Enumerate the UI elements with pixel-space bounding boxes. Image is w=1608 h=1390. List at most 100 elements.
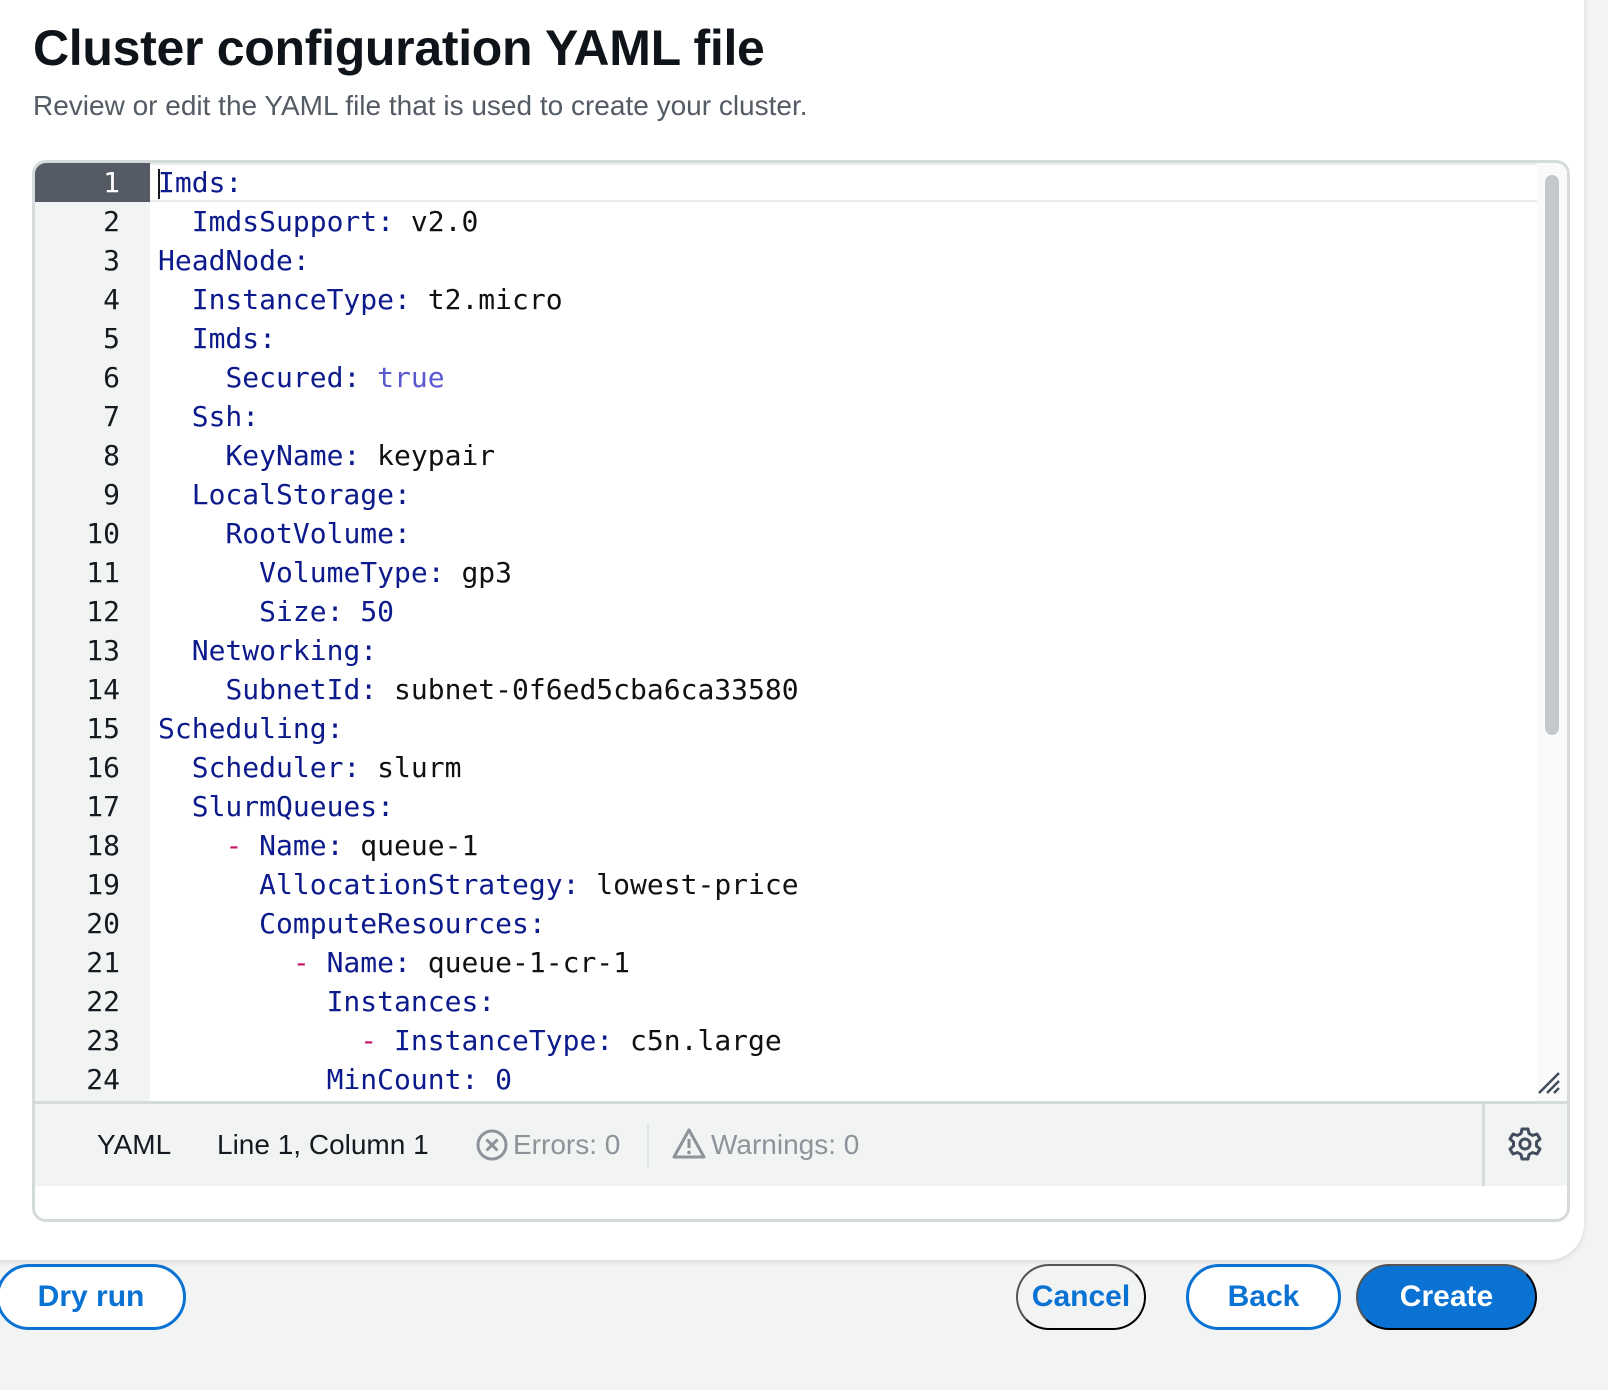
code-line[interactable]: Imds:: [150, 319, 1537, 358]
code-line[interactable]: ComputeResources:: [150, 904, 1537, 943]
code-token: lowest-price: [579, 868, 799, 901]
code-token: v2.0: [394, 205, 479, 238]
code-line[interactable]: ImdsSupport: v2.0: [150, 202, 1537, 241]
error-circle-icon: [475, 1128, 509, 1162]
code-line[interactable]: HeadNode:: [150, 241, 1537, 280]
line-number: 13: [86, 634, 120, 667]
line-number: 11: [86, 556, 120, 589]
code-token: -: [360, 1024, 378, 1057]
page-title: Cluster configuration YAML file: [33, 20, 765, 76]
code-line[interactable]: InstanceType: t2.micro: [150, 280, 1537, 319]
code-line[interactable]: SubnetId: subnet-0f6ed5cba6ca33580: [150, 670, 1537, 709]
language-label: YAML: [97, 1129, 172, 1160]
settings-gear-icon: [1507, 1126, 1543, 1162]
code-token: subnet-0f6ed5cba6ca33580: [377, 673, 799, 706]
code-token: true: [377, 361, 445, 394]
line-number: 21: [86, 946, 120, 979]
code-line[interactable]: Ssh:: [150, 397, 1537, 436]
code-token: KeyName:: [225, 439, 361, 472]
line-number: 16: [86, 751, 120, 784]
errors-count[interactable]: Errors: 0: [513, 1104, 620, 1186]
code-line[interactable]: SlurmQueues:: [150, 787, 1537, 826]
line-number: 22: [86, 985, 120, 1018]
code-line[interactable]: Size: 50: [150, 592, 1537, 631]
code-token: queue-1: [343, 829, 479, 862]
code-line[interactable]: AllocationStrategy: lowest-price: [150, 865, 1537, 904]
code-line[interactable]: Networking:: [150, 631, 1537, 670]
code-token: Name:: [259, 829, 344, 862]
vertical-scrollbar[interactable]: [1537, 163, 1567, 1101]
resize-handle-icon[interactable]: [1535, 1069, 1561, 1095]
line-number: 4: [103, 283, 120, 316]
editor-settings-button[interactable]: [1482, 1104, 1567, 1186]
code-line[interactable]: - Name: queue-1: [150, 826, 1537, 865]
code-token: 0: [495, 1063, 513, 1096]
code-line[interactable]: Instances:: [150, 982, 1537, 1021]
code-token: SubnetId:: [225, 673, 378, 706]
code-line[interactable]: - InstanceType: c5n.large: [150, 1021, 1537, 1060]
code-token: ImdsSupport:: [191, 205, 395, 238]
code-line[interactable]: VolumeType: gp3: [150, 553, 1537, 592]
line-number: 18: [86, 829, 120, 862]
code-line[interactable]: RootVolume:: [150, 514, 1537, 553]
code-line[interactable]: Imds:: [150, 163, 1537, 202]
code-token: HeadNode:: [158, 244, 310, 277]
code-token: Imds:: [158, 166, 243, 199]
code-token: Scheduling:: [158, 712, 344, 745]
code-token: -: [292, 946, 310, 979]
code-token: Ssh:: [191, 400, 260, 433]
code-token: SlurmQueues:: [191, 790, 395, 823]
warning-triangle-icon: [671, 1126, 707, 1162]
code-editor[interactable]: 1 2 3 4 5 6 7 8 9 10 11 12 13 14 15 16 17 18 19 20 21 22 23 24 …: [32, 160, 1570, 1222]
code-line[interactable]: Scheduling:: [150, 709, 1537, 748]
status-divider: [647, 1124, 649, 1168]
dry-run-button[interactable]: Dry run: [0, 1264, 186, 1330]
scrollbar-thumb[interactable]: [1545, 175, 1559, 735]
line-number: 23: [86, 1024, 120, 1057]
create-button[interactable]: Create: [1356, 1264, 1537, 1330]
line-number: 8: [103, 439, 120, 472]
cancel-button[interactable]: Cancel: [1016, 1264, 1146, 1330]
line-number: 10: [86, 517, 120, 550]
code-token: Scheduler:: [191, 751, 361, 784]
code-line[interactable]: LocalStorage:: [150, 475, 1537, 514]
code-token: VolumeType:: [259, 556, 445, 589]
code-token: Size:: [259, 595, 344, 628]
line-number: 2: [103, 205, 120, 238]
code-line[interactable]: KeyName: keypair: [150, 436, 1537, 475]
code-line[interactable]: - Name: queue-1-cr-1: [150, 943, 1537, 982]
cursor-position: Line 1, Column 1: [217, 1129, 429, 1160]
code-area[interactable]: Imds: ImdsSupport: v2.0 HeadNode: Instanc…: [150, 163, 1537, 1101]
back-button[interactable]: Back: [1186, 1264, 1341, 1330]
warnings-count[interactable]: Warnings: 0: [711, 1104, 859, 1186]
code-line[interactable]: Scheduler: slurm: [150, 748, 1537, 787]
code-token: Name:: [326, 946, 411, 979]
line-number: 6: [103, 361, 120, 394]
line-number: 5: [103, 322, 120, 355]
code-token: slurm: [360, 751, 462, 784]
code-token: InstanceType:: [394, 1024, 614, 1057]
line-number: 19: [86, 868, 120, 901]
code-line[interactable]: MinCount: 0: [150, 1060, 1537, 1099]
line-number: 9: [103, 478, 120, 511]
code-line[interactable]: Secured: true: [150, 358, 1537, 397]
